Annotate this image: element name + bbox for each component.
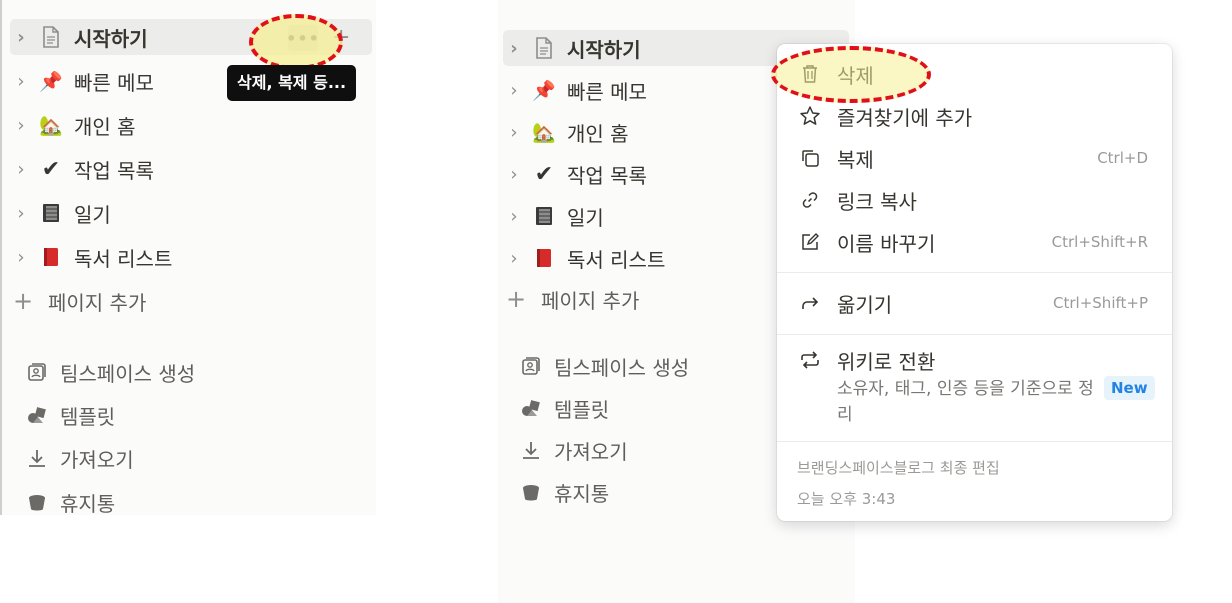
chevron-right-icon[interactable]: › xyxy=(503,206,525,227)
plus-icon: + xyxy=(505,285,527,313)
import-button[interactable]: 가져오기 xyxy=(24,440,372,476)
teamspace-icon xyxy=(518,353,544,379)
teamspace-icon xyxy=(24,359,50,385)
chevron-right-icon[interactable]: › xyxy=(10,115,32,136)
rename-icon xyxy=(797,232,823,252)
menu-divider xyxy=(777,441,1172,442)
trash-bin-icon xyxy=(518,479,544,505)
checkmark-icon: ✔ xyxy=(534,161,554,187)
add-page-label: 페이지 추가 xyxy=(48,290,147,315)
highlight-annotation xyxy=(771,46,931,103)
page-label: 작업 목록 xyxy=(567,163,647,188)
chevron-right-icon[interactable]: › xyxy=(503,38,525,59)
chevron-right-icon[interactable]: › xyxy=(10,71,32,92)
duplicate-icon xyxy=(797,148,823,168)
page-context-menu: 삭제 즐겨찾기에 추가 복제 Ctrl+D 링크 복사 이름 바꾸기 Ctrl+… xyxy=(777,44,1172,521)
page-label: 개인 홈 xyxy=(567,121,629,146)
shortcut-hint: Ctrl+Shift+R xyxy=(1051,233,1148,251)
page-label: 시작하기 xyxy=(567,37,641,62)
page-label: 일기 xyxy=(74,202,111,227)
red-book-icon xyxy=(531,245,557,271)
tooltip: 삭제, 복제 등... xyxy=(227,65,357,101)
import-icon xyxy=(518,437,544,463)
import-label: 가져오기 xyxy=(554,439,628,464)
notebook-icon xyxy=(531,203,557,229)
star-icon xyxy=(797,105,823,127)
chevron-right-icon[interactable]: › xyxy=(503,80,525,101)
add-page-label: 페이지 추가 xyxy=(541,288,640,313)
menu-item-duplicate[interactable]: 복제 Ctrl+D xyxy=(777,138,1172,178)
shortcut-hint: Ctrl+Shift+P xyxy=(1053,294,1148,312)
teamspace-label: 팀스페이스 생성 xyxy=(554,355,690,380)
chevron-right-icon[interactable]: › xyxy=(10,159,32,180)
menu-item-label: 옮기기 xyxy=(837,292,893,317)
chevron-right-icon[interactable]: › xyxy=(10,27,32,48)
templates-label: 템플릿 xyxy=(554,397,610,422)
templates-label: 템플릿 xyxy=(60,404,116,429)
trash-bin-icon xyxy=(24,489,50,515)
menu-item-move[interactable]: 옮기기 Ctrl+Shift+P xyxy=(777,283,1172,323)
page-icon xyxy=(531,35,557,61)
new-badge: New xyxy=(1104,376,1155,400)
chevron-right-icon[interactable]: › xyxy=(503,122,525,143)
red-book-icon xyxy=(38,244,64,270)
chevron-right-icon[interactable]: › xyxy=(10,203,32,224)
trash-label: 휴지통 xyxy=(60,491,116,516)
page-label: 빠른 메모 xyxy=(567,79,647,104)
last-edited-time: 오늘 오후 3:43 xyxy=(797,490,896,508)
menu-item-rename[interactable]: 이름 바꾸기 Ctrl+Shift+R xyxy=(777,222,1172,262)
move-arrow-icon xyxy=(797,293,823,313)
chevron-right-icon[interactable]: › xyxy=(10,247,32,268)
menu-divider xyxy=(777,334,1172,335)
menu-item-label: 링크 복사 xyxy=(837,189,917,214)
trash-button[interactable]: 휴지통 xyxy=(24,484,372,520)
page-label: 독서 리스트 xyxy=(567,247,666,272)
menu-item-label: 즐겨찾기에 추가 xyxy=(837,105,973,130)
templates-icon xyxy=(518,395,544,421)
house-icon: 🏡 xyxy=(39,114,63,137)
page-item-personal-home[interactable]: › 🏡 개인 홈 xyxy=(10,107,372,143)
page-label: 일기 xyxy=(567,205,604,230)
plus-icon: + xyxy=(12,287,34,315)
page-icon xyxy=(38,24,64,50)
highlight-annotation xyxy=(249,14,343,70)
house-icon: 🏡 xyxy=(532,121,556,144)
shortcut-hint: Ctrl+D xyxy=(1097,149,1148,167)
page-label: 개인 홈 xyxy=(74,114,136,139)
templates-button[interactable]: 템플릿 xyxy=(24,397,372,433)
pushpin-icon: 📌 xyxy=(39,70,63,93)
trash-label: 휴지통 xyxy=(554,481,610,506)
import-label: 가져오기 xyxy=(60,447,134,472)
menu-item-convert-to-wiki[interactable]: 위키로 전환 xyxy=(777,340,1172,380)
wiki-convert-icon xyxy=(797,350,823,370)
link-icon xyxy=(797,190,823,210)
templates-icon xyxy=(24,402,50,428)
page-item-reading-list[interactable]: › 독서 리스트 xyxy=(10,239,372,275)
page-label: 시작하기 xyxy=(74,26,148,51)
teamspace-label: 팀스페이스 생성 xyxy=(60,361,196,386)
menu-item-copy-link[interactable]: 링크 복사 xyxy=(777,180,1172,220)
wiki-description: 소유자, 태그, 인증 등을 기준으로 정리 xyxy=(837,379,1094,425)
menu-item-label: 이름 바꾸기 xyxy=(837,231,936,256)
chevron-right-icon[interactable]: › xyxy=(503,248,525,269)
add-page-button[interactable]: + 페이지 추가 xyxy=(10,283,372,319)
create-teamspace-button[interactable]: 팀스페이스 생성 xyxy=(24,354,372,390)
page-item-task-list[interactable]: › ✔ 작업 목록 xyxy=(10,151,372,187)
page-label: 빠른 메모 xyxy=(74,70,154,95)
pushpin-icon: 📌 xyxy=(532,79,556,102)
page-label: 독서 리스트 xyxy=(74,246,173,271)
last-edited-by: 브랜딩스페이스블로그 최종 편집 xyxy=(797,459,1000,477)
page-label: 작업 목록 xyxy=(74,158,154,183)
notebook-icon xyxy=(38,200,64,226)
chevron-right-icon[interactable]: › xyxy=(503,164,525,185)
import-icon xyxy=(24,445,50,471)
menu-divider xyxy=(777,272,1172,273)
checkmark-icon: ✔ xyxy=(41,156,61,182)
menu-item-label: 복제 xyxy=(837,147,874,172)
page-item-diary[interactable]: › 일기 xyxy=(10,195,372,231)
menu-item-label: 위키로 전환 xyxy=(837,349,936,374)
